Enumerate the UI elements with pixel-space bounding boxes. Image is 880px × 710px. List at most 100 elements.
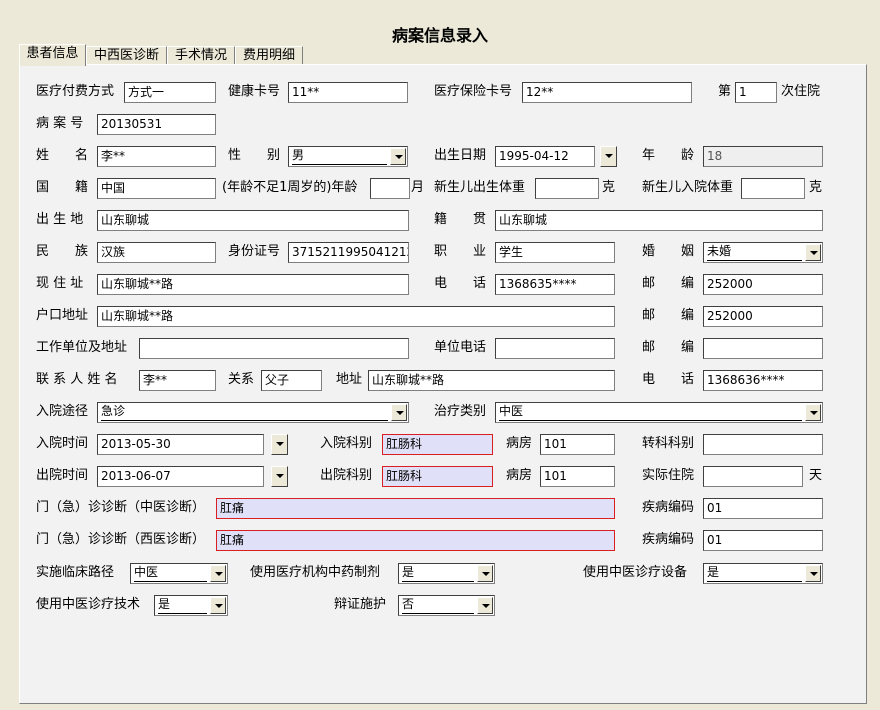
insurance-card-field[interactable]: 12** — [522, 82, 692, 103]
day-unit-label: 天 — [809, 468, 823, 483]
chevron-down-icon[interactable] — [477, 597, 493, 614]
zip-field[interactable]: 252000 — [703, 274, 823, 295]
dialectical-nursing-value: 否 — [402, 596, 474, 614]
birthplace-label: 出 生 地 — [36, 212, 84, 227]
chevron-down-icon[interactable] — [805, 244, 821, 261]
contact-phone-label: 电 话 — [642, 372, 695, 387]
name-field[interactable]: 李** — [97, 146, 216, 167]
infant-age-field[interactable] — [370, 178, 410, 199]
dialectical-nursing-select[interactable]: 否 — [398, 595, 495, 616]
date-picker-chevron-icon[interactable] — [271, 434, 288, 455]
chevron-down-icon[interactable] — [210, 597, 226, 614]
chevron-down-icon[interactable] — [391, 404, 407, 421]
disease-code-label-2: 疾病编码 — [642, 532, 695, 547]
zip-field-2[interactable]: 252000 — [703, 306, 823, 327]
disease-code-field[interactable]: 01 — [703, 498, 823, 519]
contact-name-label: 联 系 人 姓 名 — [36, 372, 118, 387]
name-label: 姓 名 — [36, 148, 89, 163]
chevron-down-icon[interactable] — [210, 565, 226, 582]
date-picker-chevron-icon[interactable] — [271, 466, 288, 487]
tcm-technique-label: 使用中医诊疗技术 — [36, 597, 141, 612]
gram-unit-label: 克 — [602, 180, 616, 195]
actual-stay-field[interactable] — [703, 466, 803, 487]
native-place-field[interactable]: 山东聊城 — [495, 210, 823, 231]
record-no-field[interactable]: 20130531 — [97, 114, 216, 135]
date-picker-chevron-icon[interactable] — [600, 146, 617, 167]
hukou-address-field[interactable]: 山东聊城**路 — [97, 306, 615, 327]
record-no-label: 病 案 号 — [36, 116, 84, 131]
zip-field-3[interactable] — [703, 338, 823, 359]
admission-time-label: 入院时间 — [36, 436, 89, 451]
disease-code-field-2[interactable]: 01 — [703, 530, 823, 551]
occupation-field[interactable]: 学生 — [495, 242, 615, 263]
tab-diagnosis[interactable]: 中西医诊断 — [86, 46, 167, 65]
phone-field[interactable]: 1368635**** — [495, 274, 615, 295]
chevron-down-icon[interactable] — [477, 565, 493, 582]
work-unit-label: 工作单位及地址 — [36, 340, 128, 355]
ward-field[interactable]: 101 — [540, 434, 615, 455]
dialectical-nursing-label: 辩证施护 — [334, 597, 387, 612]
gender-label: 性 别 — [228, 148, 281, 163]
gender-value: 男 — [292, 147, 387, 165]
contact-address-field[interactable]: 山东聊城**路 — [368, 370, 615, 391]
tcm-diagnosis-field[interactable]: 肛痛 — [216, 498, 615, 519]
nationality-label: 国 籍 — [36, 180, 89, 195]
marriage-label: 婚 姻 — [642, 244, 695, 259]
chevron-down-icon[interactable] — [805, 404, 821, 421]
health-card-field[interactable]: 11** — [288, 82, 408, 103]
id-number-label: 身份证号 — [228, 244, 281, 259]
discharge-dept-label: 出院科别 — [320, 468, 373, 483]
treatment-type-label: 治疗类别 — [434, 404, 487, 419]
transfer-dept-field[interactable] — [703, 434, 823, 455]
discharge-time-field[interactable]: 2013-06-07 — [97, 466, 264, 487]
occupation-label: 职 业 — [434, 244, 487, 259]
zip-label-3: 邮 编 — [642, 340, 695, 355]
discharge-dept-field[interactable]: 肛肠科 — [382, 466, 493, 487]
ethnic-field[interactable]: 汉族 — [97, 242, 216, 263]
work-unit-field[interactable] — [139, 338, 409, 359]
chevron-down-icon[interactable] — [805, 565, 821, 582]
admission-dept-label: 入院科别 — [320, 436, 373, 451]
address-field[interactable]: 山东聊城**路 — [97, 274, 409, 295]
contact-phone-field[interactable]: 1368636**** — [703, 370, 823, 391]
tcm-technique-select[interactable]: 是 — [154, 595, 228, 616]
marriage-select[interactable]: 未婚 — [703, 242, 823, 263]
ward-label: 病房 — [506, 436, 533, 451]
wm-diagnosis-field[interactable]: 肛痛 — [216, 530, 615, 551]
admission-route-value: 急诊 — [101, 403, 388, 421]
tcm-device-select[interactable]: 是 — [703, 563, 823, 584]
chevron-down-icon[interactable] — [390, 148, 406, 165]
health-card-label: 健康卡号 — [228, 84, 281, 99]
admission-route-select[interactable]: 急诊 — [97, 402, 409, 423]
clinical-pathway-select[interactable]: 中医 — [130, 563, 228, 584]
newborn-birth-weight-label: 新生儿出生体重 — [434, 180, 526, 195]
contact-name-field[interactable]: 李** — [139, 370, 216, 391]
actual-stay-label: 实际住院 — [642, 468, 695, 483]
relation-field[interactable]: 父子 — [261, 370, 322, 391]
gender-select[interactable]: 男 — [288, 146, 408, 167]
newborn-admit-weight-field[interactable] — [741, 178, 805, 199]
birthplace-field[interactable]: 山东聊城 — [97, 210, 409, 231]
birth-date-field[interactable]: 1995-04-12 — [495, 146, 595, 167]
id-number-field[interactable]: 371521199504121245 — [288, 242, 409, 263]
work-phone-field[interactable] — [495, 338, 615, 359]
ward-label-2: 病房 — [506, 468, 533, 483]
clinical-pathway-value: 中医 — [134, 564, 207, 582]
marriage-value: 未婚 — [707, 243, 802, 261]
tab-surgery[interactable]: 手术情况 — [167, 46, 235, 65]
tab-fees[interactable]: 费用明细 — [235, 46, 303, 65]
page-title: 病案信息录入 — [391, 26, 488, 45]
tcm-preparation-value: 是 — [402, 564, 474, 582]
tab-patient-info[interactable]: 患者信息 — [19, 44, 86, 66]
admission-times-field[interactable]: 1 — [735, 82, 777, 103]
address-label: 现 住 址 — [36, 276, 84, 291]
nationality-field[interactable]: 中国 — [97, 178, 216, 199]
treatment-type-select[interactable]: 中医 — [495, 402, 823, 423]
newborn-birth-weight-field[interactable] — [535, 178, 599, 199]
pay-method-field[interactable]: 方式一 — [124, 82, 216, 103]
ward-field-2[interactable]: 101 — [540, 466, 615, 487]
admission-dept-field[interactable]: 肛肠科 — [382, 434, 493, 455]
wm-diagnosis-label: 门（急）诊诊断（西医诊断） — [36, 532, 206, 547]
admission-time-field[interactable]: 2013-05-30 — [97, 434, 264, 455]
tcm-preparation-select[interactable]: 是 — [398, 563, 495, 584]
